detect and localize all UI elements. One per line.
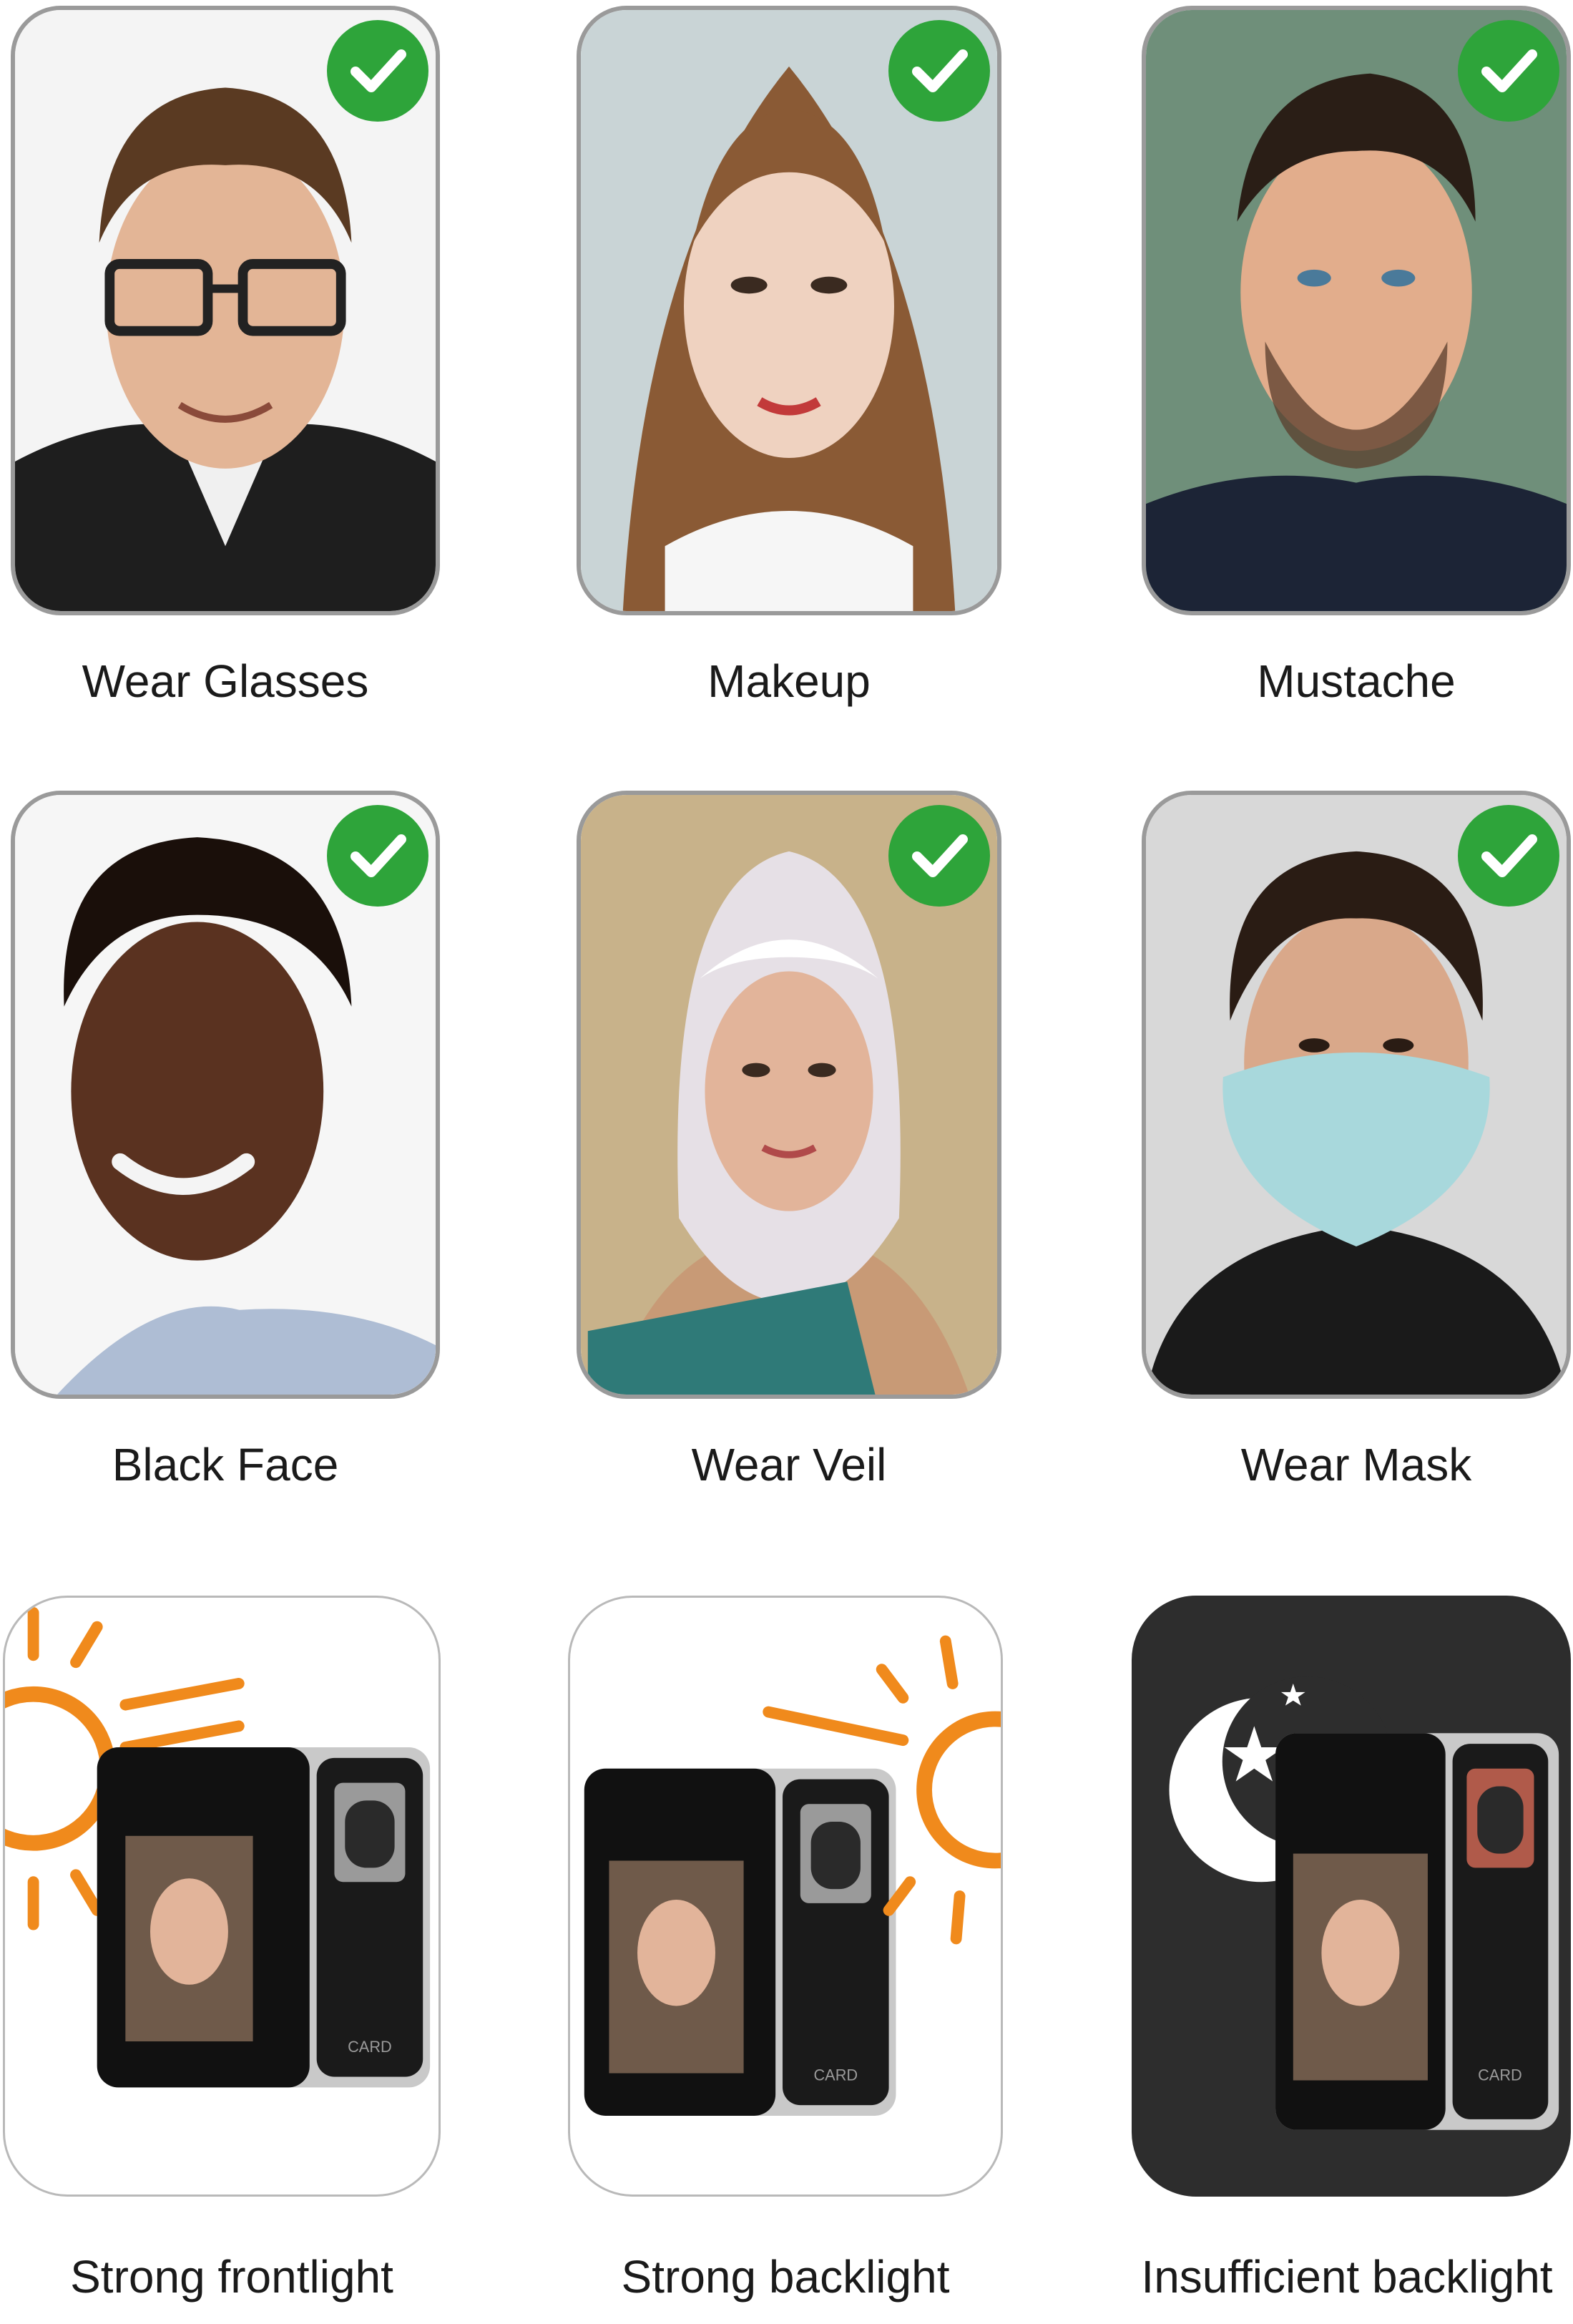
- brand-logo: CARD: [1478, 2066, 1522, 2084]
- brand-logo: CARD: [348, 2038, 392, 2056]
- photo-card-makeup: [577, 6, 1001, 615]
- check-icon: [1458, 805, 1559, 907]
- check-icon: [888, 20, 990, 122]
- caption-wear-veil: Wear Veil: [691, 1439, 887, 1490]
- caption-insufficient-backlight: Insufficient backlight: [1141, 2251, 1553, 2303]
- caption-wear-mask: Wear Mask: [1240, 1439, 1472, 1490]
- caption-mustache: Mustache: [1257, 655, 1456, 707]
- caption-makeup: Makeup: [707, 655, 871, 707]
- check-icon: [888, 805, 990, 907]
- caption-black-face: Black Face: [112, 1439, 339, 1490]
- caption-strong-backlight: Strong backlight: [621, 2251, 950, 2303]
- photo-card-wear-mask: [1142, 791, 1571, 1399]
- device-illustration: CARD: [5, 1607, 431, 2088]
- device-illustration: CARD: [584, 1635, 1001, 2116]
- photo-card-black-face: [11, 791, 440, 1399]
- condition-card-strong-frontlight: CARD: [3, 1596, 441, 2197]
- photo-card-wear-veil: [577, 791, 1001, 1399]
- check-icon: [1458, 20, 1559, 122]
- condition-card-insufficient-backlight: CARD: [1132, 1596, 1571, 2197]
- check-icon: [327, 805, 428, 907]
- brand-logo: CARD: [813, 2066, 858, 2084]
- caption-strong-frontlight: Strong frontlight: [70, 2251, 393, 2303]
- device-illustration: CARD: [1169, 1676, 1559, 2130]
- check-icon: [327, 20, 428, 122]
- photo-card-mustache: [1142, 6, 1571, 615]
- condition-card-strong-backlight: CARD: [568, 1596, 1003, 2197]
- caption-wear-glasses: Wear Glasses: [82, 655, 369, 707]
- photo-card-wear-glasses: [11, 6, 440, 615]
